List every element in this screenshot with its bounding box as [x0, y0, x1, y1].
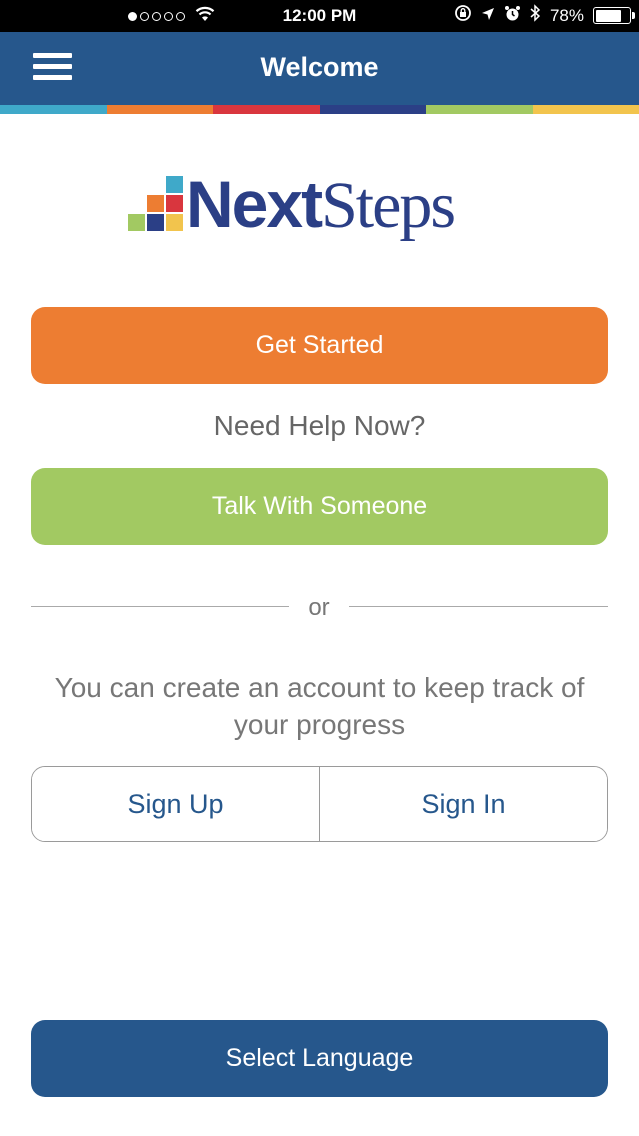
color-strip-segment — [0, 105, 107, 114]
logo-block — [166, 176, 183, 193]
color-strip-segment — [106, 105, 213, 114]
location-icon — [481, 6, 495, 26]
logo-block — [166, 195, 183, 212]
logo-block — [147, 214, 164, 231]
logo-text-steps: Steps — [321, 169, 456, 242]
color-strip-segment — [426, 105, 533, 114]
logo-block — [147, 195, 164, 212]
color-strip-segment — [532, 105, 639, 114]
logo-blocks-icon — [128, 176, 184, 232]
logo-block — [166, 214, 183, 231]
divider-or-text: or — [308, 594, 330, 621]
talk-with-someone-button[interactable]: Talk With Someone — [31, 468, 608, 545]
color-strip — [0, 105, 639, 114]
divider-line-left — [31, 606, 289, 607]
select-language-button[interactable]: Select Language — [31, 1020, 608, 1097]
battery-icon — [593, 7, 635, 24]
battery-percent: 78% — [549, 5, 584, 25]
account-info-text: You can create an account to keep track … — [54, 672, 585, 740]
auth-button-group: Sign Up Sign In — [31, 766, 608, 842]
page-title: Welcome — [260, 52, 379, 82]
sign-in-button[interactable]: Sign In — [319, 767, 607, 841]
divider-line-right — [349, 606, 608, 607]
nextsteps-logo: NextSteps — [128, 171, 518, 257]
status-bar: 12:00 PM 78% — [0, 0, 639, 32]
nav-bar: Welcome — [0, 32, 639, 105]
sign-up-button[interactable]: Sign Up — [32, 767, 319, 841]
logo-wordmark: NextSteps — [186, 171, 456, 239]
color-strip-segment — [319, 105, 426, 114]
logo-text-next: Next — [186, 167, 323, 241]
bluetooth-icon — [530, 4, 541, 27]
alarm-icon — [504, 5, 521, 27]
status-right: 78% — [454, 4, 635, 27]
need-help-text: Need Help Now? — [213, 410, 426, 441]
color-strip-segment — [213, 105, 320, 114]
logo-block — [128, 214, 145, 231]
rotation-lock-icon — [454, 4, 472, 27]
get-started-button[interactable]: Get Started — [31, 307, 608, 384]
